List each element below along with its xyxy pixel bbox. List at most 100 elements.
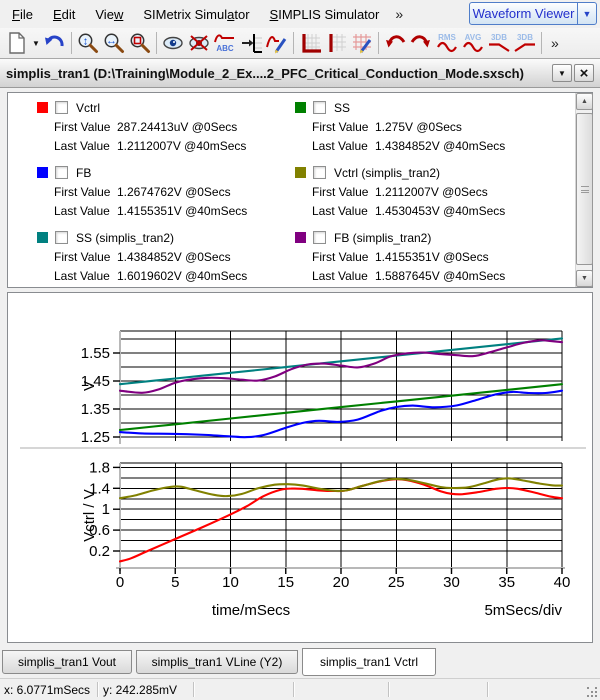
menu-overflow-chevron[interactable]: » [389, 4, 409, 24]
curve-checkbox[interactable] [55, 101, 68, 114]
last-value-label: Last Value [312, 139, 375, 153]
new-document-button[interactable] [4, 30, 30, 56]
eye-off-icon [187, 31, 211, 55]
move-to-axis-button[interactable] [238, 30, 264, 56]
y-tick-label: 1.25 [81, 429, 110, 446]
grid-pen-icon [350, 31, 374, 55]
zoom-box-button[interactable] [127, 30, 153, 56]
mode-selector-combobox[interactable]: Waveform Viewer ▼ [469, 2, 597, 25]
smooth-curve-right-button[interactable] [408, 30, 434, 56]
3db-lowpass-button[interactable]: 3DB [486, 30, 512, 56]
menu-item-edit[interactable]: Edit [43, 2, 85, 27]
chevron-down-icon[interactable]: ▼ [577, 3, 596, 24]
waveform-plot[interactable]: 1.251.351.451.55V0.20.611.41.8Vctrl / V0… [8, 293, 592, 642]
svg-text:↔: ↔ [106, 35, 117, 47]
scroll-down-button[interactable]: ▼ [576, 270, 593, 287]
3db-highpass-button[interactable]: 3DB [512, 30, 538, 56]
curve-checkbox[interactable] [55, 231, 68, 244]
status-bar: x: 6.0771mSecs y: 242.285mV [0, 678, 600, 700]
first-value: 287.24413uV @0Secs [117, 120, 237, 134]
avg-icon: AVG [460, 31, 486, 55]
first-value-label: First Value [54, 250, 117, 264]
curve-pen-icon [265, 31, 289, 55]
graph-tab-3[interactable]: simplis_tran1 Vctrl [302, 648, 436, 676]
rms-button[interactable]: RMS [434, 30, 460, 56]
legend-scrollbar[interactable]: ▲ ▼ [575, 93, 592, 287]
graph-tab-1[interactable]: simplis_tran1 Vout [2, 650, 132, 674]
statusbar-separator [97, 682, 98, 697]
grid [120, 331, 562, 441]
new-document-dropdown[interactable]: ▼ [30, 30, 42, 56]
curve-name: SS [334, 101, 350, 115]
plot-area-1: 1.251.351.451.55V [81, 331, 562, 446]
3db-up-icon: 3DB [512, 31, 538, 55]
cursor-y-readout: y: 242.285mV [103, 683, 177, 697]
show-curve-button[interactable] [160, 30, 186, 56]
curve-checkbox[interactable] [313, 231, 326, 244]
svg-text:RMS: RMS [438, 33, 456, 42]
curve-color-swatch [295, 102, 306, 113]
smooth-curve-left-button[interactable] [382, 30, 408, 56]
curve-checkbox[interactable] [55, 166, 68, 179]
resize-grip[interactable] [587, 687, 598, 698]
close-window-button[interactable]: × [574, 64, 594, 82]
zoom-y-icon: ↕ [76, 31, 100, 55]
menu-item-simetrix-simulator[interactable]: SIMetrix Simulator [133, 2, 259, 27]
hide-curve-button[interactable] [186, 30, 212, 56]
curve-color-swatch [37, 167, 48, 178]
zoom-y-button[interactable]: ↕ [75, 30, 101, 56]
scroll-up-button[interactable]: ▲ [576, 93, 593, 110]
cursor-x-readout: x: 6.0771mSecs [4, 683, 90, 697]
last-value: 1.4384852V @40mSecs [375, 139, 505, 153]
x-tick-label: 5 [171, 574, 179, 591]
toolbar-separator [71, 32, 72, 54]
menu-item-file[interactable]: File [2, 2, 43, 27]
zoom-x-button[interactable]: ↔ [101, 30, 127, 56]
3db-down-icon: 3DB [486, 31, 512, 55]
x-tick-label: 40 [554, 574, 571, 591]
grid [120, 463, 562, 568]
waveform-viewer-window: FileEditViewSIMetrix SimulatorSIMPLIS Si… [0, 0, 600, 700]
x-tick-label: 10 [222, 574, 239, 591]
statusbar-separator [293, 682, 294, 697]
last-value-label: Last Value [312, 269, 375, 283]
collapse-window-button[interactable]: ▼ [552, 64, 572, 82]
chevron-down-icon: ▼ [32, 39, 40, 48]
y-tick-label: 1.8 [89, 459, 110, 476]
avg-button[interactable]: AVG [460, 30, 486, 56]
toolbar-separator [156, 32, 157, 54]
curve-checkbox[interactable] [313, 101, 326, 114]
graph-tab-2[interactable]: simplis_tran1 VLine (Y2) [136, 650, 298, 674]
statusbar-separator [388, 682, 389, 697]
legend-entry: SSFirst Value1.275V @0SecsLast Value1.43… [295, 100, 545, 153]
svg-text:↕: ↕ [83, 35, 89, 47]
undo-icon [43, 31, 67, 55]
scrollbar-thumb[interactable] [576, 113, 593, 265]
graph-window-titlebar[interactable]: simplis_tran1 (D:\Training\Module_2_Ex..… [0, 58, 600, 88]
graph-panel: 1.251.351.451.55V0.20.611.41.8Vctrl / V0… [7, 292, 593, 643]
last-value: 1.6019602V @40mSecs [117, 269, 247, 283]
add-axis-button[interactable] [297, 30, 323, 56]
add-y-axis-button[interactable] [323, 30, 349, 56]
toolbar-overflow-chevron[interactable]: » [551, 35, 559, 51]
graph-tab-bar: simplis_tran1 Voutsimplis_tran1 VLine (Y… [0, 648, 600, 678]
y-axis-title: V [81, 381, 98, 391]
undo-button[interactable] [42, 30, 68, 56]
first-value: 1.275V @0Secs [375, 120, 462, 134]
menu-item-view[interactable]: View [85, 2, 133, 27]
plot-area-2: 0.20.611.41.8Vctrl / V0510152025303540ti… [81, 459, 570, 619]
edit-curve-button[interactable] [264, 30, 290, 56]
curve-checkbox[interactable] [313, 166, 326, 179]
edit-grid-button[interactable] [349, 30, 375, 56]
legend-entry: FBFirst Value1.2674762V @0SecsLast Value… [37, 165, 287, 218]
curve-name: FB [76, 166, 91, 180]
last-value-label: Last Value [312, 204, 375, 218]
menu-item-simplis-simulator[interactable]: SIMPLIS Simulator [260, 2, 390, 27]
curve-color-swatch [295, 232, 306, 243]
svg-text:3DB: 3DB [517, 33, 533, 42]
toolbar-separator [541, 32, 542, 54]
x-tick-label: 15 [277, 574, 294, 591]
annotate-curve-button[interactable]: ABC [212, 30, 238, 56]
rms-icon: RMS [434, 31, 460, 55]
first-value-label: First Value [312, 250, 375, 264]
